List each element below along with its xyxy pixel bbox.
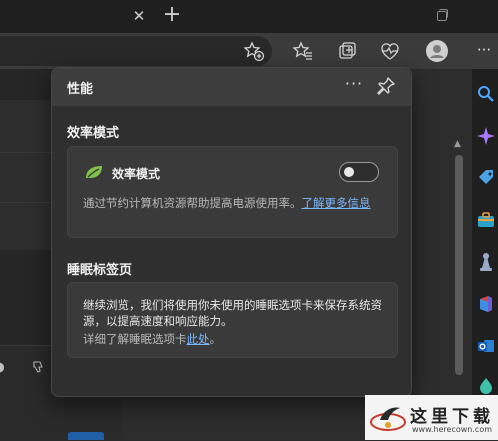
- tab-close-button[interactable]: ✕: [131, 5, 147, 27]
- efficiency-mode-toggle[interactable]: [339, 162, 379, 182]
- scroll-up-icon[interactable]: ▲: [454, 139, 461, 149]
- leaf-icon: [84, 164, 104, 180]
- sleeping-tabs-card: 继续浏览，我们将使用你未使用的睡眠选项卡来保存系统资源，以提高速度和响应能力。 …: [67, 282, 398, 358]
- partial-button[interactable]: [68, 432, 104, 440]
- performance-icon[interactable]: [378, 39, 402, 63]
- pin-icon[interactable]: [374, 74, 398, 98]
- toolbar: ···: [0, 33, 498, 69]
- search-icon[interactable]: [476, 84, 496, 104]
- shopping-icon[interactable]: [476, 168, 496, 188]
- performance-popup: 性能 ··· 效率模式 效率模式 通过节约计算机资源帮助提高电源使用率。了解更多…: [51, 67, 412, 397]
- restore-window-icon[interactable]: [431, 6, 451, 26]
- partial-icon: ◗: [0, 360, 5, 375]
- efficiency-section-title: 效率模式: [67, 126, 120, 141]
- popup-header: 性能 ···: [52, 68, 411, 106]
- drop-icon[interactable]: [476, 376, 496, 396]
- efficiency-mode-label: 效率模式: [112, 167, 161, 181]
- sleeping-tabs-section-title: 睡眠标签页: [67, 263, 133, 278]
- more-icon[interactable]: ···: [472, 39, 496, 63]
- watermark-title: 这里下载: [410, 407, 494, 427]
- efficiency-card: 效率模式 通过节约计算机资源帮助提高电源使用率。了解更多信息: [67, 146, 398, 238]
- dislike-icon[interactable]: [31, 360, 45, 378]
- office-icon[interactable]: [476, 294, 496, 314]
- profile-icon[interactable]: [425, 39, 449, 63]
- efficiency-description: 通过节约计算机资源帮助提高电源使用率。了解更多信息: [83, 195, 383, 211]
- add-favorite-icon[interactable]: [242, 39, 266, 63]
- sleeping-tabs-description: 继续浏览，我们将使用你未使用的睡眠选项卡来保存系统资源，以提高速度和响应能力。: [83, 298, 382, 328]
- tools-icon[interactable]: [476, 210, 496, 230]
- learn-more-link[interactable]: 了解更多信息: [302, 196, 371, 210]
- new-tab-button[interactable]: +: [161, 4, 183, 28]
- efficiency-description-text: 通过节约计算机资源帮助提高电源使用率。: [83, 196, 302, 210]
- watermark-site: www.herecown.com: [412, 425, 492, 434]
- popup-more-button[interactable]: ···: [342, 74, 366, 98]
- popup-title: 性能: [67, 82, 94, 97]
- sleeping-tabs-more-suffix: 。: [209, 332, 222, 346]
- games-icon[interactable]: [476, 252, 496, 272]
- sleeping-tabs-more-text: 详细了解睡眠选项卡: [83, 332, 187, 346]
- watermark-logo-icon: [368, 400, 408, 434]
- outlook-icon[interactable]: [476, 336, 496, 356]
- collections-icon[interactable]: [335, 39, 359, 63]
- scrollbar[interactable]: [455, 155, 463, 375]
- copilot-icon[interactable]: [476, 126, 496, 146]
- sleeping-tabs-here-link[interactable]: 此处: [187, 332, 210, 346]
- address-bar[interactable]: [0, 36, 272, 66]
- tab-strip: ✕ +: [0, 0, 498, 33]
- favorites-icon[interactable]: [291, 39, 315, 63]
- toggle-knob: [344, 167, 354, 177]
- sleeping-tabs-more: 详细了解睡眠选项卡此处。: [83, 331, 221, 347]
